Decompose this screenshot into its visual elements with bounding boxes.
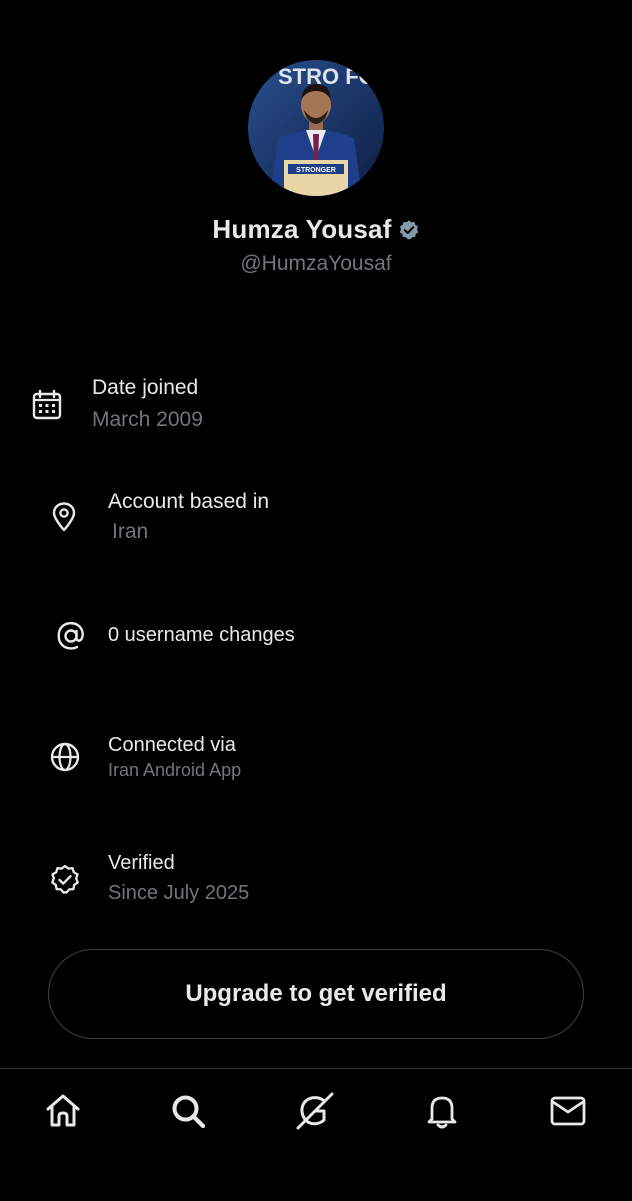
upgrade-to-verified-button[interactable]: Upgrade to get verified bbox=[48, 949, 584, 1039]
avatar-photo: STRO FOR SCOT STRONGER bbox=[248, 60, 384, 196]
avatar-podium-text: STRONGER bbox=[296, 167, 336, 174]
info-row-verified: Verified Since July 2025 bbox=[0, 852, 632, 910]
avatar[interactable]: STRO FOR SCOT STRONGER bbox=[248, 60, 384, 196]
grok-icon[interactable] bbox=[295, 1091, 335, 1131]
profile-handle: @HumzaYousaf bbox=[240, 252, 392, 275]
display-name: Humza Yousaf bbox=[212, 214, 392, 244]
connected-via-label: Connected via bbox=[108, 734, 236, 756]
info-row-connected-via: Connected via Iran Android App bbox=[0, 734, 632, 786]
at-sign-icon bbox=[54, 619, 88, 653]
account-based-in-label: Account based in bbox=[108, 490, 270, 513]
account-based-in-value: Iran bbox=[112, 520, 149, 543]
location-pin-icon bbox=[47, 500, 81, 534]
info-row-username-changes: 0 username changes bbox=[0, 616, 632, 656]
username-changes-label: 0 username changes bbox=[108, 624, 295, 646]
globe-icon bbox=[48, 740, 82, 774]
verified-value: Since July 2025 bbox=[108, 882, 250, 904]
date-joined-label: Date joined bbox=[92, 376, 199, 399]
verified-badge-icon[interactable] bbox=[398, 219, 420, 241]
info-row-date-joined: Date joined March 2009 bbox=[0, 374, 632, 438]
bell-icon[interactable] bbox=[422, 1091, 462, 1131]
date-joined-value: March 2009 bbox=[92, 408, 203, 431]
calendar-icon bbox=[30, 388, 64, 422]
profile-header: STRO FOR SCOT STRONGER Humza Yousaf @Hum bbox=[0, 0, 632, 300]
name-row: Humza Yousaf bbox=[0, 214, 632, 245]
mail-icon[interactable] bbox=[548, 1091, 588, 1131]
connected-via-value: Iran Android App bbox=[108, 760, 242, 780]
home-icon[interactable] bbox=[43, 1091, 83, 1131]
info-row-account-based-in: Account based in Iran bbox=[0, 488, 632, 552]
verified-label: Verified bbox=[108, 852, 175, 874]
bottom-nav bbox=[0, 1068, 632, 1201]
search-icon[interactable] bbox=[168, 1091, 208, 1131]
avatar-bg-text: STRO FOR SCOT bbox=[278, 64, 384, 89]
verified-check-icon bbox=[48, 863, 82, 897]
